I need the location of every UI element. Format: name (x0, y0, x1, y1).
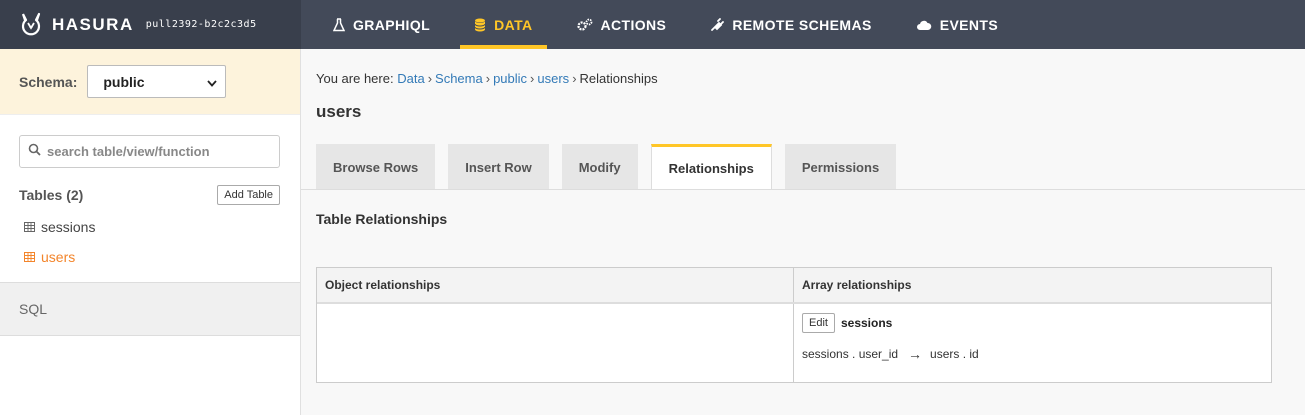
sidebar-item-sql[interactable]: SQL (0, 282, 300, 336)
breadcrumb-separator: › (427, 71, 433, 86)
add-table-button[interactable]: Add Table (217, 185, 280, 205)
breadcrumb: You are here: Data › Schema › public › users › R… (316, 71, 658, 86)
tabs-divider (301, 189, 1305, 190)
nav-tab-remote-schemas[interactable]: REMOTE SCHEMAS (696, 0, 885, 49)
relationships-table: Object relationships Array relationships… (316, 267, 1272, 383)
cloud-icon (916, 19, 932, 31)
relationships-table-row: Edit sessions sessions . user_id → users… (317, 304, 1271, 382)
tab-browse-rows[interactable]: Browse Rows (316, 144, 436, 190)
sidebar-table-sessions[interactable]: sessions (24, 219, 95, 235)
nav-tab-label: GRAPHIQL (353, 16, 431, 33)
version-label: pull2392-b2c2c3d5 (145, 19, 257, 30)
nav-tab-actions[interactable]: ACTIONS (563, 0, 681, 49)
search-placeholder: search table/view/function (47, 144, 210, 159)
breadcrumb-prefix: You are here: (316, 71, 394, 86)
breadcrumb-current: Relationships (579, 71, 658, 86)
breadcrumb-users[interactable]: users (537, 71, 569, 86)
relationship-name: sessions (840, 316, 893, 330)
tab-modify[interactable]: Modify (561, 144, 638, 190)
edit-relationship-button[interactable]: Edit (802, 313, 835, 333)
object-relationships-cell (317, 304, 794, 382)
breadcrumb-separator: › (572, 71, 577, 86)
arrow-right-icon: → (908, 346, 923, 362)
array-relationships-cell: Edit sessions sessions . user_id → users… (794, 304, 1271, 382)
chevron-down-icon (207, 74, 218, 90)
breadcrumb-public[interactable]: public (493, 71, 527, 86)
nav-tab-data[interactable]: DATA (460, 0, 547, 49)
search-input[interactable]: search table/view/function (19, 135, 280, 168)
top-navbar: HASURA pull2392-b2c2c3d5 GRAPHIQL DATA A… (0, 0, 1305, 49)
breadcrumb-schema[interactable]: Schema (435, 71, 483, 86)
breadcrumb-separator: › (530, 71, 535, 86)
sidebar: Schema: public search table/view/functio… (0, 49, 301, 415)
relationship-to: users . id (930, 347, 979, 361)
relationships-table-header: Object relationships Array relationships (317, 268, 1271, 304)
table-tabs: Browse Rows Insert Row Modify Relationsh… (316, 144, 909, 190)
table-name: users (41, 249, 76, 265)
database-icon (474, 18, 486, 32)
tab-insert-row[interactable]: Insert Row (448, 144, 549, 190)
object-relationships-header: Object relationships (317, 268, 794, 302)
nav-tab-label: DATA (494, 16, 533, 33)
plug-icon (710, 17, 725, 32)
hasura-logo-icon (18, 11, 44, 39)
table-icon (24, 252, 35, 262)
breadcrumb-separator: › (485, 71, 491, 86)
section-title: Table Relationships (316, 211, 448, 227)
relationship-entry: Edit sessions (802, 313, 892, 333)
tab-permissions[interactable]: Permissions (784, 144, 897, 190)
main-nav: GRAPHIQL DATA ACTIONS REMOTE SCHEMAS EVE… (301, 0, 1012, 49)
nav-tab-label: ACTIONS (600, 16, 667, 33)
nav-tab-label: EVENTS (939, 16, 999, 33)
breadcrumb-data[interactable]: Data (397, 71, 424, 86)
main-content: You are here: Data › Schema › public › users › R… (301, 49, 1305, 415)
schema-select[interactable]: public (87, 65, 227, 98)
schema-selector-row: Schema: public (0, 49, 300, 115)
tables-title: Tables (2) (19, 187, 84, 203)
sidebar-table-users[interactable]: users (24, 249, 75, 265)
nav-tab-graphiql[interactable]: GRAPHIQL (319, 0, 444, 49)
array-relationships-header: Array relationships (802, 278, 912, 292)
tab-relationships[interactable]: Relationships (650, 144, 772, 190)
brand-name: HASURA (52, 14, 134, 34)
flask-icon (333, 17, 345, 32)
nav-tab-events[interactable]: EVENTS (902, 0, 1012, 49)
cogs-icon (576, 18, 593, 32)
table-name: sessions (41, 219, 96, 235)
tables-header: Tables (2) Add Table (19, 185, 280, 205)
brand[interactable]: HASURA pull2392-b2c2c3d5 (0, 0, 301, 49)
table-icon (24, 222, 35, 232)
search-icon (28, 143, 41, 161)
relationship-from: sessions . user_id (802, 347, 899, 361)
page-title: users (316, 102, 362, 121)
schema-label: Schema: (19, 73, 78, 90)
schema-select-value: public (103, 73, 145, 90)
relationship-mapping: sessions . user_id → users . id (802, 346, 979, 362)
nav-tab-label: REMOTE SCHEMAS (732, 16, 872, 33)
